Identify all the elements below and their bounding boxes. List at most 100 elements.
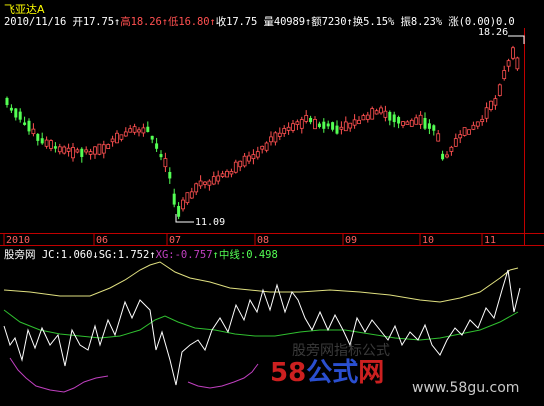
candle-body — [480, 118, 485, 123]
candle-body — [66, 147, 71, 152]
candle-body — [432, 125, 436, 131]
candle-body — [397, 117, 401, 124]
candle-body — [115, 132, 119, 144]
candle-body — [137, 129, 141, 133]
candle-body — [409, 119, 414, 127]
candle-body — [291, 123, 295, 131]
candle-body — [401, 121, 405, 126]
candle-body — [233, 161, 238, 173]
candle-body — [75, 149, 80, 153]
candle-body — [260, 145, 265, 150]
candle-body — [388, 111, 392, 121]
candle-body — [49, 140, 53, 149]
xg-magenta-line-2 — [187, 363, 259, 389]
high-marker-label: 18.26 — [478, 27, 508, 38]
jc-value: 1.060 — [60, 249, 93, 261]
candle-body — [458, 134, 463, 139]
candle-body — [286, 126, 291, 131]
candle-body — [189, 191, 194, 199]
candle-body — [418, 114, 423, 125]
candle-body — [132, 126, 137, 133]
candle-body — [53, 146, 57, 149]
candle-body — [515, 57, 520, 70]
candle-body — [343, 121, 348, 132]
candle-body — [23, 122, 27, 125]
candle-body — [255, 151, 260, 158]
low-marker-label: 11.09 — [195, 217, 225, 228]
candle-body — [427, 123, 431, 129]
brand-watermark-logo: 58公式网 — [270, 352, 384, 389]
month-label: 11 — [484, 235, 496, 246]
candle-body — [392, 114, 396, 123]
month-tick-group: 2010 06 07 08 09 10 11 — [3, 234, 496, 246]
candle-body — [326, 123, 330, 127]
brand-suffix: 网 — [358, 358, 385, 388]
candle-body — [97, 143, 102, 155]
candle-body — [423, 117, 427, 129]
watermark-url: www.58gu.com — [412, 380, 520, 396]
candle-body — [379, 107, 383, 114]
candle-body — [511, 47, 515, 59]
candle-body — [317, 123, 321, 127]
candle-body — [88, 151, 93, 155]
candle-body — [123, 131, 128, 137]
candle-body — [471, 124, 476, 130]
candle-body — [273, 132, 278, 143]
candle-body — [163, 158, 168, 168]
candle-body — [264, 142, 269, 151]
month-label: 10 — [422, 235, 434, 246]
stock-chart[interactable]: 2010 06 07 08 09 10 11 18.26 11.09 — [0, 0, 544, 406]
candle-body — [309, 117, 313, 123]
candle-body — [357, 119, 361, 125]
candle-body — [365, 114, 370, 120]
candle-body — [502, 70, 507, 80]
candle-body — [277, 132, 282, 137]
candle-body — [141, 127, 146, 134]
candle-body — [31, 128, 36, 135]
sg-white-line — [3, 269, 521, 386]
candle-body — [44, 139, 49, 147]
month-label: 09 — [345, 235, 357, 246]
month-label: 06 — [96, 235, 108, 246]
candle-body — [436, 133, 441, 142]
candle-body — [445, 154, 449, 158]
candle-body — [322, 121, 326, 129]
candle-body — [441, 153, 445, 160]
candle-body — [299, 119, 304, 129]
candle-body — [414, 117, 419, 125]
candle-body — [5, 97, 9, 105]
candle-body — [216, 175, 221, 182]
month-label: 2010 — [6, 235, 30, 246]
candle-body — [251, 154, 256, 160]
candle-body — [181, 199, 185, 210]
candle-body — [27, 120, 31, 132]
xg-magenta-line-1 — [9, 357, 109, 393]
candle-body — [220, 173, 225, 177]
high-marker-line — [508, 35, 525, 44]
candle-body — [475, 121, 480, 127]
candle-body — [242, 155, 247, 167]
candle-body — [497, 84, 502, 96]
candle-body — [177, 205, 181, 217]
brand-text: 公式 — [306, 358, 359, 388]
candle-body — [62, 146, 67, 154]
candle-body — [370, 108, 375, 120]
candle-body — [304, 115, 309, 122]
candle-body — [194, 183, 199, 193]
candle-body — [106, 144, 111, 149]
candle-body — [40, 138, 44, 144]
mid-value: 0.498 — [246, 249, 278, 261]
candle-body — [352, 119, 357, 126]
xg-label: XG: — [155, 249, 175, 261]
candle-body — [405, 121, 410, 125]
candle-body — [80, 148, 84, 157]
candle-body — [229, 171, 234, 175]
candle-body — [238, 160, 243, 168]
candlestick-series — [5, 45, 520, 220]
candle-body — [172, 193, 176, 205]
candle-body — [467, 129, 471, 135]
candle-body — [489, 100, 493, 110]
candle-body — [14, 108, 18, 118]
candle-body — [335, 125, 339, 134]
candle-body — [185, 192, 190, 204]
